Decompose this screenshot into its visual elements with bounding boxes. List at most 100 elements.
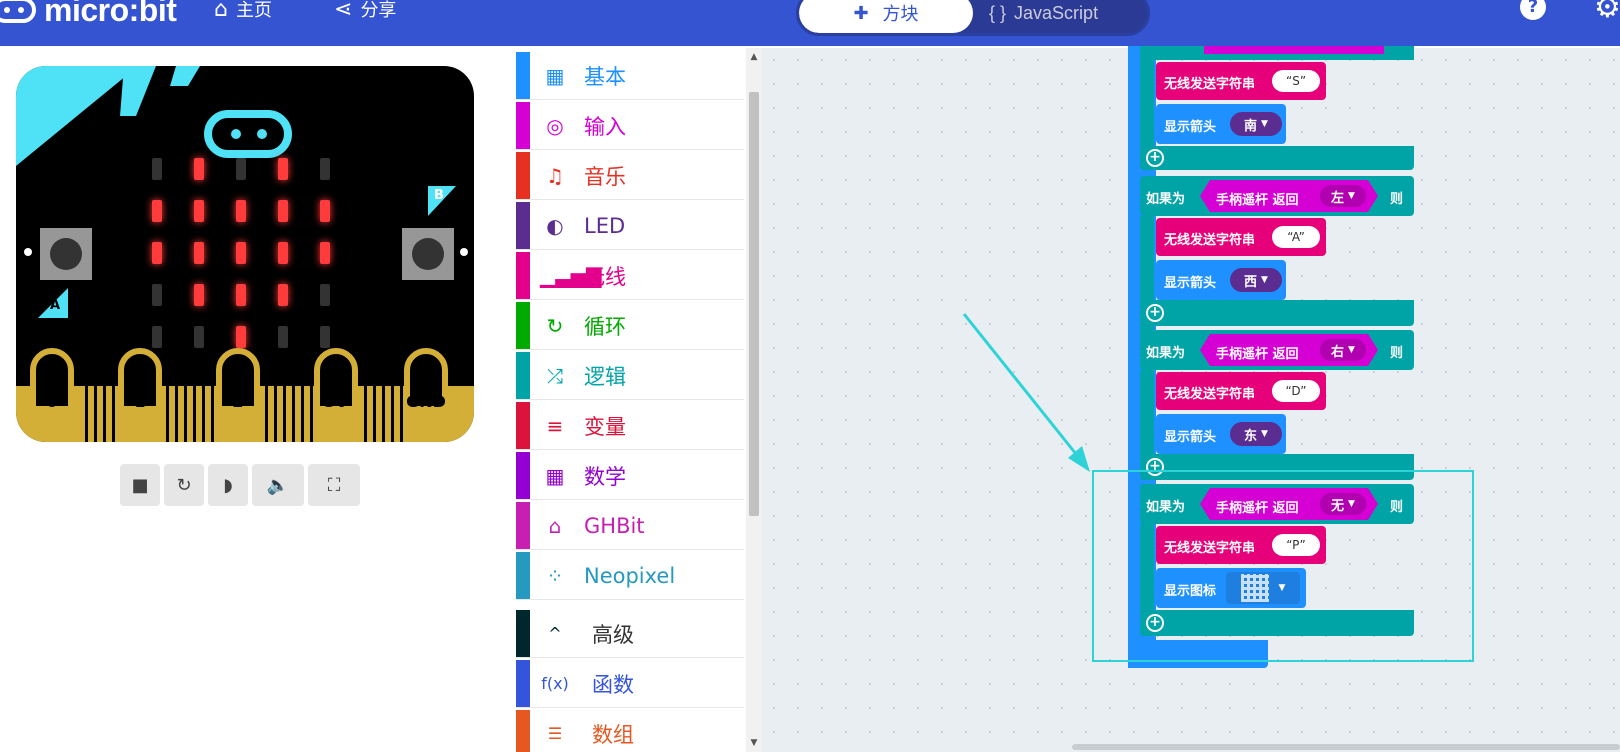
radio-send-string-block[interactable]: 无线发送字符串 “S” [1156,62,1326,100]
toolbox-category-4[interactable]: ▁▃▅▇ 无线 [516,252,744,300]
category-stripe [516,502,530,549]
grid-icon: ▦ [545,63,565,88]
string-value-text: D [1291,384,1301,398]
joystick-condition[interactable]: 手柄遥杆 返回 左 ▼ [1200,180,1378,212]
toolbox-category-0[interactable]: ▦ 基本 [516,52,744,100]
add-else-icon[interactable]: + [1146,304,1164,322]
toolbox-category-8[interactable]: ▦ 数学 [516,452,744,500]
radio-send-string-block[interactable]: 无线发送字符串 “D” [1156,372,1326,410]
led [278,326,288,348]
radio-send-string-block[interactable]: 无线发送字符串 “A” [1156,218,1326,256]
string-value[interactable]: “A” [1272,226,1320,248]
arrow-dropdown[interactable]: 东 ▼ [1230,422,1282,446]
chevron-down-icon: ▼ [1348,191,1355,201]
led [320,200,330,222]
category-stripe [516,352,530,399]
led [194,158,204,180]
slowmo-button[interactable]: ◗ [208,464,248,506]
scroll-down-icon[interactable]: ▼ [746,738,762,748]
pin-label: 0 [46,392,58,411]
editor-toggle: ✚ 方块 { } JavaScript [796,0,1150,36]
gear-icon[interactable]: ⚙ [1594,0,1620,25]
connector-strip [193,386,196,442]
arrow-dropdown-value: 南 [1244,118,1258,134]
annotation-highlight-box [1092,470,1474,662]
toolbox-category-7[interactable]: ≡ 变量 [516,402,744,450]
led [278,284,288,306]
toolbox: ▦ 基本 ◎ 输入 ♫ 音乐 ◐ LED ▁▃▅▇ 无线 ↻ 循环 ⤮ 逻辑 ≡ 变量 ▦ 数学 ⌂ GHBit ⁘ Ne… [516,48,744,752]
category-stripe [516,402,530,449]
toolbox-category-10[interactable]: ⁘ Neopixel [516,552,744,600]
category-label: Neopixel [584,563,676,588]
toolbox-category-6[interactable]: ⤮ 逻辑 [516,352,744,400]
string-value[interactable]: “S” [1272,70,1320,92]
show-arrow-block[interactable]: 显示箭头 西 ▼ [1156,260,1286,300]
help-icon[interactable]: ? [1520,0,1546,20]
led [236,326,246,348]
show-arrow-block[interactable]: 显示箭头 东 ▼ [1156,414,1286,454]
show-arrow-block[interactable]: 显示箭头 南 ▼ [1156,104,1286,144]
dots-ring-icon: ⁘ [546,563,564,588]
connector-strip [103,386,106,442]
restart-button[interactable]: ↻ [164,464,204,506]
direction-value: 左 [1331,190,1345,206]
led [278,158,288,180]
scroll-thumb[interactable] [749,92,759,516]
direction-dropdown[interactable]: 左 ▼ [1320,185,1366,207]
category-stripe [516,202,530,249]
toolbox-category-3[interactable]: ◐ LED [516,202,744,250]
category-stripe [516,610,530,657]
direction-value: 右 [1331,344,1345,360]
function-icon: f(x) [541,674,569,693]
connector-strip [274,386,277,442]
toolbox-advanced-0[interactable]: ^ 高级 [516,610,744,658]
toolbox-category-5[interactable]: ↻ 循环 [516,302,744,350]
tab-blocks-label: 方块 [882,4,919,25]
toolbox-advanced-2[interactable]: ☰ 数组 [516,710,744,752]
joystick-block-partial[interactable] [1204,46,1384,54]
if-block-1-footer[interactable]: + [1140,146,1414,170]
share-button[interactable]: ⋖ 分享 [334,0,396,24]
category-label: 输入 [584,114,626,139]
signal-icon: ▁▃▅▇ [540,263,602,288]
tab-javascript[interactable]: { } JavaScript [989,0,1098,33]
microbit-simulator[interactable]: A B 0 1 2 3V GND [16,66,474,442]
connector-strip [391,386,394,442]
connector-strip [94,386,97,442]
braces-icon: { } [989,2,1007,23]
if-block-2[interactable]: 如果为 手柄遥杆 返回 左 ▼ 则 [1140,176,1414,216]
arrow-dropdown[interactable]: 西 ▼ [1230,268,1282,292]
led [236,284,246,306]
stop-button[interactable]: ■ [120,464,160,506]
category-label: 循环 [584,314,626,339]
microbit-logo[interactable]: micro:bit [0,0,177,30]
toolbox-category-1[interactable]: ◎ 输入 [516,102,744,150]
home-button[interactable]: ⌂ 主页 [214,0,272,24]
toolbox-category-9[interactable]: ⌂ GHBit [516,502,744,550]
led [194,284,204,306]
joystick-condition[interactable]: 手柄遥杆 返回 右 ▼ [1200,334,1378,366]
joystick-label: 手柄遥杆 返回 [1216,193,1299,208]
led [152,200,162,222]
led [194,242,204,264]
toolbox-advanced-1[interactable]: f(x) 函数 [516,660,744,708]
toolbox-scrollbar[interactable]: ▲ ▼ [746,48,762,752]
led [278,200,288,222]
workspace-horizontal-scrollbar[interactable] [1072,744,1620,750]
tab-blocks[interactable]: ✚ 方块 [799,0,973,33]
arrow-dropdown[interactable]: 南 ▼ [1230,112,1282,136]
add-else-icon[interactable]: + [1146,149,1164,167]
then-label: 则 [1390,192,1404,207]
scroll-up-icon[interactable]: ▲ [746,52,762,62]
fullscreen-button[interactable]: ⛶ [308,464,360,506]
category-stripe [516,302,530,349]
toolbox-category-2[interactable]: ♫ 音乐 [516,152,744,200]
string-value[interactable]: “D” [1272,380,1320,402]
sound-button[interactable]: 🔈 [252,464,304,506]
connector-strip [382,386,385,442]
if-block-3[interactable]: 如果为 手柄遥杆 返回 右 ▼ 则 [1140,330,1414,370]
if-label: 如果为 [1146,346,1186,361]
if-block-2-footer[interactable]: + [1140,300,1414,326]
puzzle-icon: ✚ [853,2,869,24]
direction-dropdown[interactable]: 右 ▼ [1320,339,1366,361]
